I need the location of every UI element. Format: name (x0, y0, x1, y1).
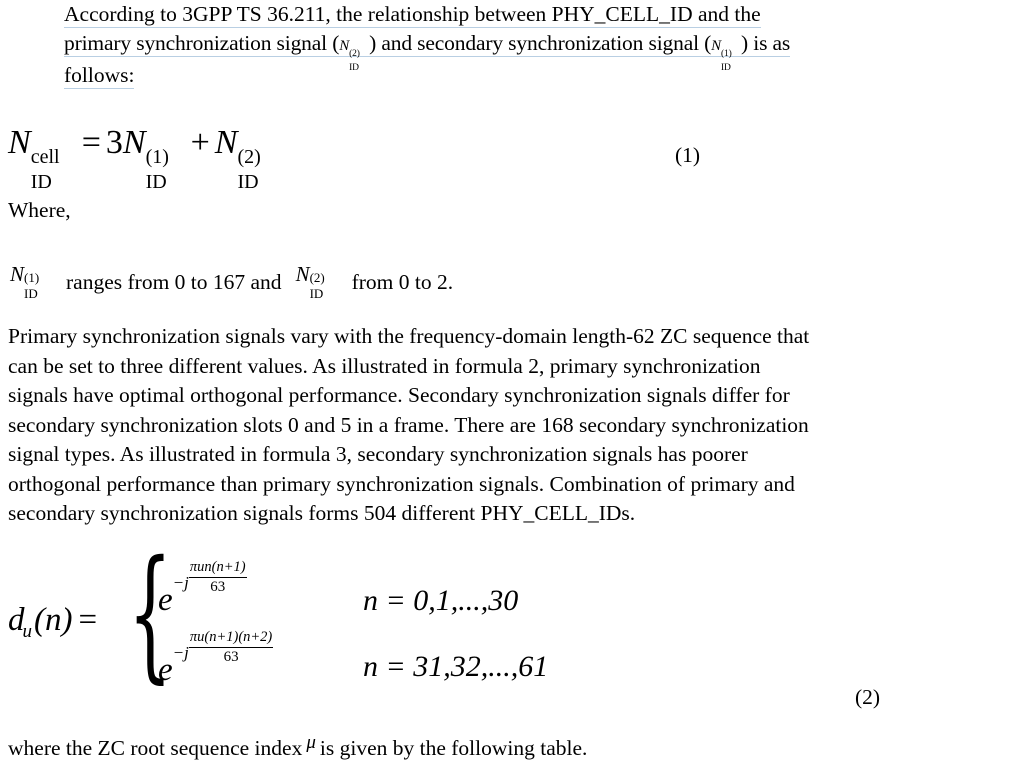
formula-1: Ncell ID = 3N (1) ID + N (2) ID (8, 122, 277, 193)
intro-line-2-part-b: ) and secondary synchronization signal ( (369, 31, 712, 55)
body-line-2: can be set to three different values. As… (8, 353, 761, 378)
n-id-sup-1-symbol: N (1) ID (711, 38, 732, 73)
intro-line-1-text: According to 3GPP TS 36.211, the relatio… (64, 2, 761, 28)
formula-2-case-1-expression: e−j πun(n+1) 63 (158, 556, 247, 618)
formula-2-case-1-numerator: πun(n+1) (188, 559, 247, 578)
mu-symbol: μ (306, 732, 316, 753)
formula-2-lhs: du(n) = (8, 602, 98, 642)
where-label: Where, (8, 198, 71, 222)
formula-2-case-2-fraction: πu(n+1)(n+2) 63 (188, 629, 274, 666)
formula-1-plus: + (190, 124, 210, 161)
formula-2-case-1-exponent: −j πun(n+1) 63 (173, 558, 247, 595)
formula-1-term-1: N (1) ID (122, 124, 169, 193)
body-line-3: signals have optimal orthogonal performa… (8, 383, 790, 407)
formula-2-case-2-numerator: πu(n+1)(n+2) (188, 629, 274, 648)
body-line-4: secondary synchronization slots 0 and 5 … (8, 412, 809, 437)
formula-2-case-1-base: e (158, 582, 173, 618)
formula-2-case-1-exponent-lead: −j (172, 573, 189, 592)
body-line-1: Primary synchronization signals vary wit… (8, 324, 810, 348)
formula-2-case-2-expression: e−j πu(n+1)(n+2) 63 (158, 626, 274, 688)
formula-1-coefficient: 3 (105, 124, 123, 161)
formula-2-case-2-denominator: 63 (223, 648, 239, 665)
formula-2-case-1-fraction: πun(n+1) 63 (188, 559, 247, 596)
formula-2-case-2-exponent-lead: −j (172, 643, 189, 662)
formula-1-number: (1) (675, 143, 701, 167)
intro-line-2: primary synchronization signal (N (2) ID ) … (64, 29, 1016, 73)
formula-2-equals: = (78, 602, 98, 638)
intro-line-3: follows: (64, 61, 1016, 90)
document-page: { "document": { "title": "PHY_CELL_ID an… (0, 0, 1024, 772)
formula-2-case-1-range: n = 0,1,...,30 (363, 584, 519, 617)
body-line-5: signal types. As illustrated in formula … (8, 442, 748, 466)
formula-2-number: (2) (855, 685, 881, 709)
n-id-sup-2-symbol: N (2) ID (339, 38, 360, 73)
ranges-line: N (1) ID ranges from 0 to 167 and N (2) ID from… (10, 262, 453, 301)
formula-2-case-2-base: e (158, 652, 173, 688)
trailing-text-after: is given by the following table. (319, 736, 588, 760)
body-line-6: orthogonal performance than primary sync… (8, 471, 795, 496)
intro-line-2-part-c: ) is as (741, 31, 791, 55)
ranges-symbol-2: N (2) ID (295, 262, 325, 301)
formula-2-case-2-exponent: −j πu(n+1)(n+2) 63 (173, 628, 274, 665)
ranges-symbol-1: N (1) ID (10, 262, 40, 301)
intro-paragraph: According to 3GPP TS 36.211, the relatio… (64, 0, 1016, 90)
formula-2-lhs-sub: u (22, 621, 33, 642)
intro-line-2-part-a: primary synchronization signal ( (64, 31, 340, 55)
ranges-text-1: ranges from 0 to 167 and (66, 270, 282, 294)
intro-line-1: According to 3GPP TS 36.211, the relatio… (64, 0, 1016, 29)
intro-line-3-text: follows: (64, 63, 135, 89)
intro-line-2-text: primary synchronization signal (N (2) ID ) … (64, 31, 791, 73)
formula-2-case-2: e−j πu(n+1)(n+2) 63 (158, 626, 274, 688)
formula-2-lhs-arg: (n) (34, 602, 73, 638)
formula-1-lhs: Ncell ID (8, 124, 60, 193)
formula-2-case-1-denominator: 63 (210, 578, 226, 595)
ranges-text-2: from 0 to 2. (351, 270, 454, 294)
formula-2: du(n) = { e−j πun(n+1) 63 e−j πu(n+1)(n+2) 63… (8, 531, 648, 706)
body-paragraph: Primary synchronization signals vary wit… (8, 322, 1018, 529)
formula-2-case-1: e−j πun(n+1) 63 (158, 556, 247, 618)
trailing-line: where the ZC root sequence index μ is give… (8, 732, 588, 761)
formula-2-case-2-range: n = 31,32,...,61 (363, 650, 549, 683)
formula-1-equals: = (81, 124, 101, 161)
formula-1-term-2: N (2) ID (214, 124, 261, 193)
trailing-text-before: where the ZC root sequence index (8, 736, 303, 760)
